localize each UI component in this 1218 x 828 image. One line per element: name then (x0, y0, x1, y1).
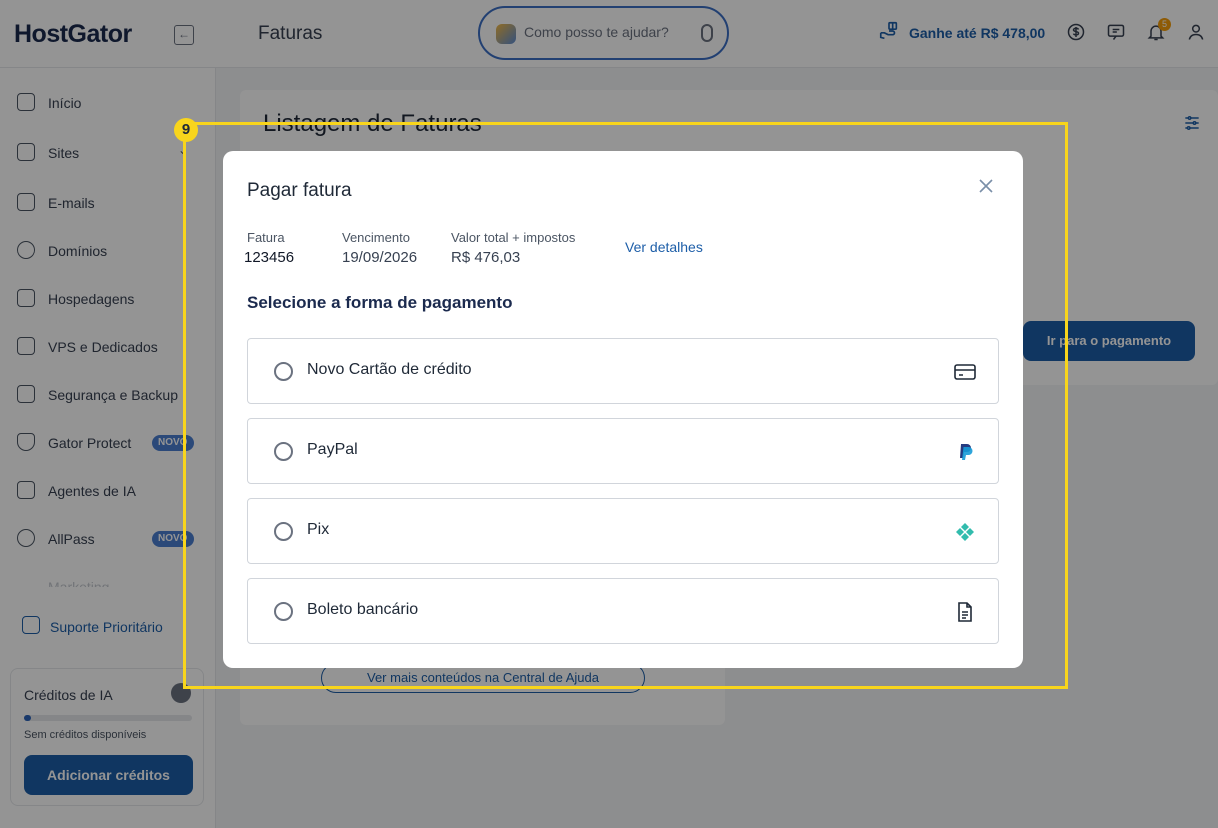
payment-option-label: Novo Cartão de crédito (307, 361, 472, 378)
close-icon[interactable] (977, 177, 995, 195)
credit-card-icon (954, 364, 976, 380)
total-label: Valor total + impostos (451, 230, 576, 245)
payment-option-pix[interactable]: Pix (247, 498, 999, 564)
paypal-icon (960, 444, 973, 460)
invoice-number: 123456 (244, 249, 295, 266)
total-value: R$ 476,03 (451, 249, 521, 266)
due-date-value: 19/09/2026 (342, 249, 418, 266)
pix-icon (956, 523, 974, 541)
payment-option-label: Pix (307, 521, 330, 538)
payment-option-label: Boleto bancário (307, 601, 419, 618)
pay-invoice-modal: Pagar fatura Fatura 123456 Vencimento 19… (223, 151, 1023, 668)
radio-button[interactable] (274, 522, 293, 541)
payment-method-heading: Selecione a forma de pagamento (247, 293, 513, 312)
payment-option-credit-card[interactable]: Novo Cartão de crédito (247, 338, 999, 404)
radio-button[interactable] (274, 362, 293, 381)
modal-title: Pagar fatura (247, 180, 352, 201)
radio-button[interactable] (274, 442, 293, 461)
step-number-badge: 9 (174, 118, 198, 142)
radio-button[interactable] (274, 602, 293, 621)
payment-option-boleto[interactable]: Boleto bancário (247, 578, 999, 644)
view-details-link[interactable]: Ver detalhes (625, 239, 703, 255)
due-date-label: Vencimento (342, 230, 410, 245)
payment-option-label: PayPal (307, 441, 358, 458)
payment-option-paypal[interactable]: PayPal (247, 418, 999, 484)
invoice-label: Fatura (247, 230, 285, 245)
document-icon (958, 602, 972, 622)
